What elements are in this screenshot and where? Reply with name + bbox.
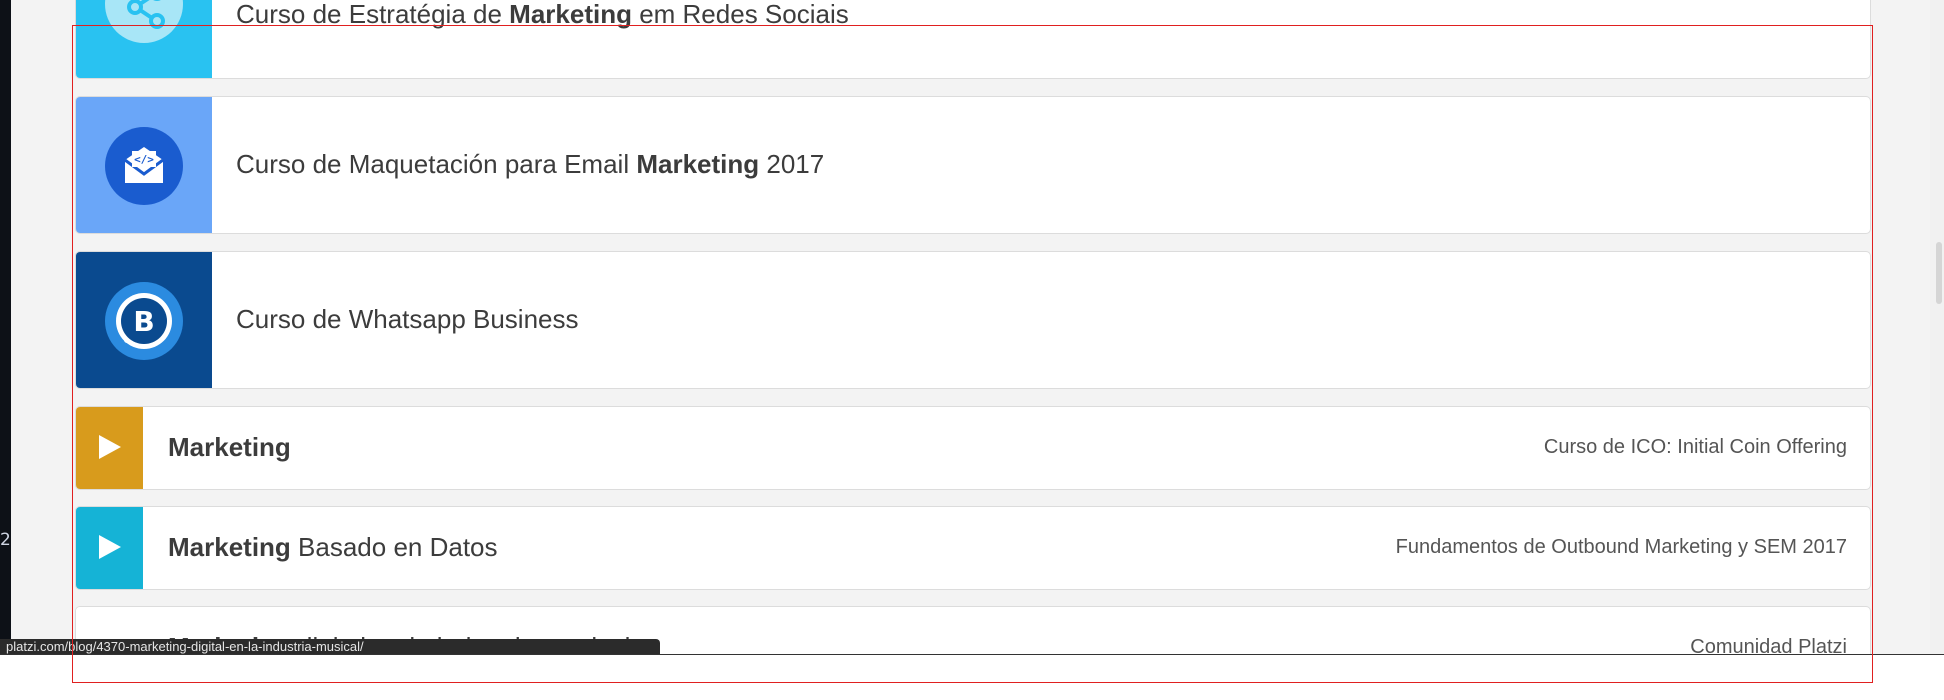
course-title[interactable]: Curso de Maquetación para Email Marketin… — [236, 149, 824, 180]
course-title[interactable]: Curso de Whatsapp Business — [236, 304, 579, 335]
email-code-icon: </> — [105, 127, 183, 205]
whatsapp-business-icon: B — [105, 282, 183, 360]
svg-text:</>: </> — [134, 153, 154, 166]
course-thumbnail: </> — [76, 97, 212, 233]
result-title[interactable]: Marketing — [168, 432, 291, 463]
edge-marker: 2 — [0, 530, 11, 550]
scrollbar-thumb[interactable] — [1936, 242, 1942, 304]
course-card[interactable]: Curso de Estratégia de Marketing em Rede… — [75, 0, 1871, 79]
viewport-bottom-border — [0, 654, 1944, 655]
video-thumbnail — [76, 407, 143, 489]
course-card[interactable]: B Curso de Whatsapp Business — [75, 251, 1871, 389]
play-icon — [99, 435, 121, 459]
result-source: Fundamentos de Outbound Marketing y SEM … — [1395, 536, 1847, 558]
video-thumbnail — [76, 507, 143, 589]
course-thumbnail — [76, 0, 212, 78]
course-title[interactable]: Curso de Estratégia de Marketing em Rede… — [236, 0, 849, 30]
page-viewport: 2 Curso de Estratégia de Marketing em Re… — [0, 0, 1944, 655]
course-thumbnail: B — [76, 252, 212, 388]
left-window-edge: 2 — [0, 0, 11, 655]
play-icon — [99, 535, 121, 559]
result-row[interactable]: Marketing Basado en Datos Fundamentos de… — [75, 506, 1871, 590]
result-source: Curso de ICO: Initial Coin Offering — [1543, 436, 1847, 458]
result-title[interactable]: Marketing Basado en Datos — [168, 532, 498, 563]
scrollbar-track[interactable] — [1930, 0, 1944, 655]
result-row[interactable]: Marketing Curso de ICO: Initial Coin Off… — [75, 406, 1871, 490]
svg-text:B: B — [133, 305, 154, 338]
share-icon — [105, 0, 183, 43]
course-card[interactable]: </> Curso de Maquetación para Email Mark… — [75, 96, 1871, 234]
link-status-bar: platzi.com/blog/4370-marketing-digital-e… — [0, 639, 660, 655]
result-source: Comunidad Platzi — [1690, 636, 1847, 655]
